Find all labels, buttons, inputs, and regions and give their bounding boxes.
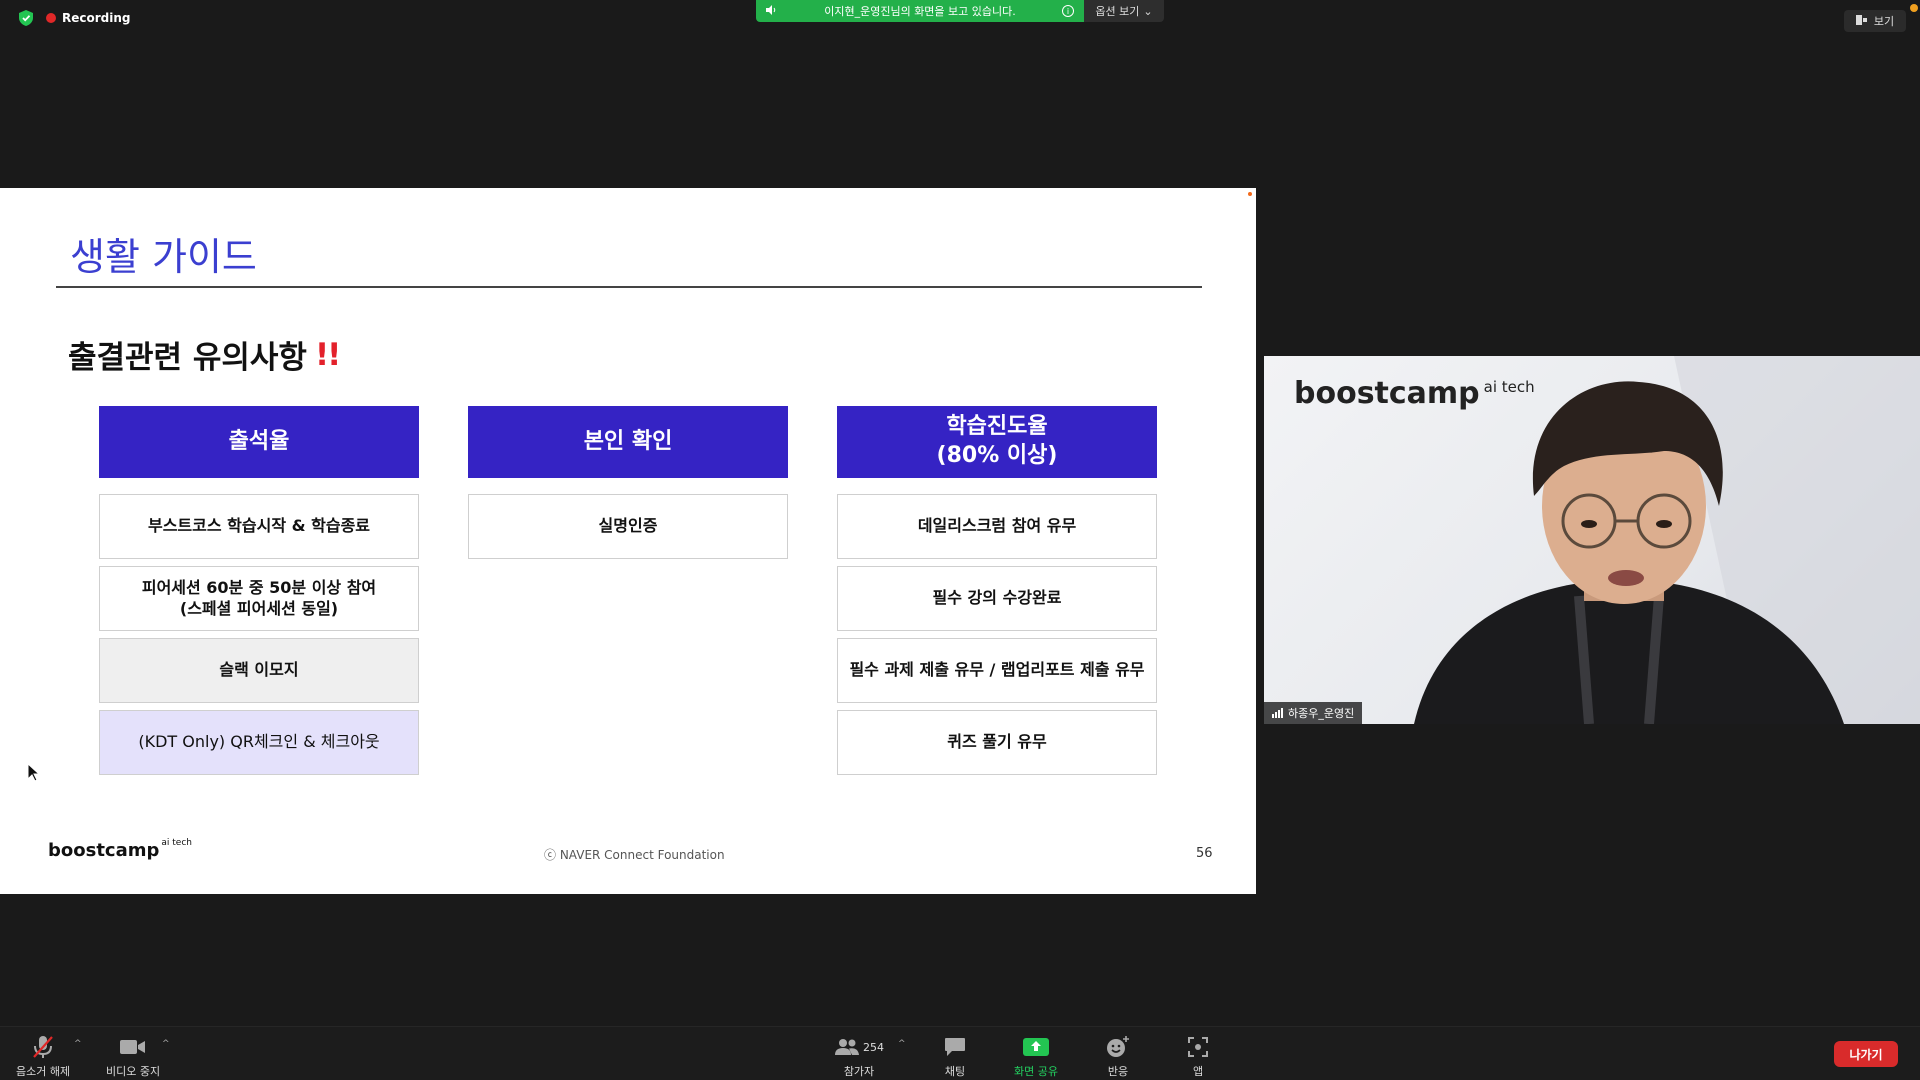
share-screen-button[interactable]: 화면 공유: [1014, 1035, 1058, 1079]
signal-strength-icon: [1272, 708, 1283, 718]
slide-title: 생활 가이드: [70, 235, 257, 279]
footer-logo-sup: ai tech: [161, 838, 193, 848]
share-screen-label: 화면 공유: [1014, 1065, 1058, 1078]
page-number: 56: [1196, 846, 1213, 861]
share-banner-text: 이지현_운영진님의 화면을 보고 있습니다.: [824, 5, 1016, 18]
reactions-button[interactable]: 반응: [1106, 1035, 1130, 1079]
chat-icon: [944, 1035, 966, 1059]
column-header: 본인 확인: [468, 406, 788, 478]
participants-label: 참가자: [843, 1065, 875, 1078]
stop-video-label: 비디오 중지: [106, 1065, 161, 1078]
apps-button[interactable]: 앱: [1188, 1035, 1208, 1079]
list-item: (KDT Only) QR체크인 & 체크아웃: [99, 710, 419, 775]
meeting-status: Recording: [18, 10, 131, 26]
screen-share-banner: 이지현_운영진님의 화면을 보고 있습니다. i 옵션 보기 ⌄: [756, 0, 1164, 22]
view-label: 보기: [1873, 15, 1895, 28]
slide-subtitle: 출결관련 유의사항 !!: [68, 332, 341, 377]
reactions-label: 반응: [1107, 1065, 1129, 1078]
column-header: 학습진도율 (80% 이상): [837, 406, 1157, 478]
list-item: 퀴즈 풀기 유무: [837, 710, 1157, 775]
speaker-icon: [766, 4, 778, 18]
view-options-button[interactable]: 옵션 보기 ⌄: [1084, 0, 1164, 22]
chat-label: 채팅: [944, 1065, 966, 1078]
muted-microphone-icon: [32, 1035, 54, 1059]
stop-video-button[interactable]: 비디오 중지: [106, 1035, 160, 1079]
column-header: 출석율: [99, 406, 419, 478]
apps-label: 앱: [1192, 1065, 1204, 1078]
participant-avatar: [1414, 356, 1920, 724]
apps-icon: [1188, 1035, 1208, 1059]
share-banner-status: 이지현_운영진님의 화면을 보고 있습니다. i: [756, 0, 1084, 22]
unmute-button[interactable]: 음소거 해제: [16, 1035, 70, 1079]
leave-button[interactable]: 나가기: [1834, 1041, 1898, 1067]
participant-name: 하종우_운영진: [1288, 707, 1355, 720]
recording-dot-icon: [46, 13, 56, 23]
participants-count: 254: [863, 1040, 884, 1054]
list-item: 피어세션 60분 중 50분 이상 참여 (스페셜 피어세션 동일): [99, 566, 419, 631]
list-item: 데일리스크럼 참여 유무: [837, 494, 1157, 559]
video-camera-icon: [120, 1035, 146, 1059]
slide-marker: [1248, 192, 1252, 196]
shield-icon[interactable]: [18, 10, 34, 26]
share-screen-icon: [1022, 1035, 1049, 1059]
participants-icon: [835, 1039, 859, 1055]
footer-logo: boostcamp ai tech: [48, 838, 193, 861]
list-item: 부스트코스 학습시작 & 학습종료: [99, 494, 419, 559]
unmute-label: 음소거 해제: [16, 1065, 71, 1078]
info-icon[interactable]: i: [1062, 5, 1074, 17]
participant-video[interactable]: boostcamp ai tech 하종우_운영진: [1264, 356, 1920, 724]
recording-label: Recording: [62, 11, 131, 25]
chevron-down-icon: ⌄: [1143, 4, 1153, 18]
video-options-chevron-icon[interactable]: ^: [162, 1039, 170, 1049]
list-item: 실명인증: [468, 494, 788, 559]
list-item: 필수 과제 제출 유무 / 랩업리포트 제출 유무: [837, 638, 1157, 703]
participants-button[interactable]: 254 참가자: [834, 1035, 884, 1079]
participant-name-tag: 하종우_운영진: [1264, 702, 1363, 724]
column-identity: 본인 확인 실명인증: [468, 406, 788, 559]
meeting-toolbar: 음소거 해제 ^ 비디오 중지 ^ 254 참가자 ^ 채팅 화면 공유 반응: [0, 1026, 1920, 1080]
participants-options-chevron-icon[interactable]: ^: [898, 1039, 906, 1049]
recording-indicator[interactable]: Recording: [46, 11, 131, 25]
view-button[interactable]: 보기: [1844, 10, 1906, 32]
subtitle-text: 출결관련 유의사항: [68, 340, 307, 376]
column-progress: 학습진도율 (80% 이상) 데일리스크럼 참여 유무 필수 강의 수강완료 필…: [837, 406, 1157, 775]
list-item: 필수 강의 수강완료: [837, 566, 1157, 631]
notification-dot: [1910, 4, 1918, 12]
footer-logo-text: boostcamp: [48, 840, 160, 861]
layout-icon: [1855, 14, 1868, 29]
participants-icon-group: 254: [834, 1035, 884, 1059]
chat-button[interactable]: 채팅: [944, 1035, 966, 1079]
list-item: 슬랙 이모지: [99, 638, 419, 703]
title-divider: [56, 286, 1202, 288]
column-attendance: 출석율 부스트코스 학습시작 & 학습종료 피어세션 60분 중 50분 이상 …: [99, 406, 419, 775]
view-options-label: 옵션 보기: [1095, 5, 1140, 18]
mouse-cursor-icon: [28, 764, 40, 782]
smiley-icon: [1106, 1035, 1130, 1059]
double-exclamation-icon: !!: [314, 336, 341, 373]
footer-copyright: ⓒ NAVER Connect Foundation: [544, 848, 725, 862]
shared-slide: 생활 가이드 출결관련 유의사항 !! 출석율 부스트코스 학습시작 & 학습종…: [0, 188, 1256, 894]
audio-options-chevron-icon[interactable]: ^: [74, 1039, 82, 1049]
